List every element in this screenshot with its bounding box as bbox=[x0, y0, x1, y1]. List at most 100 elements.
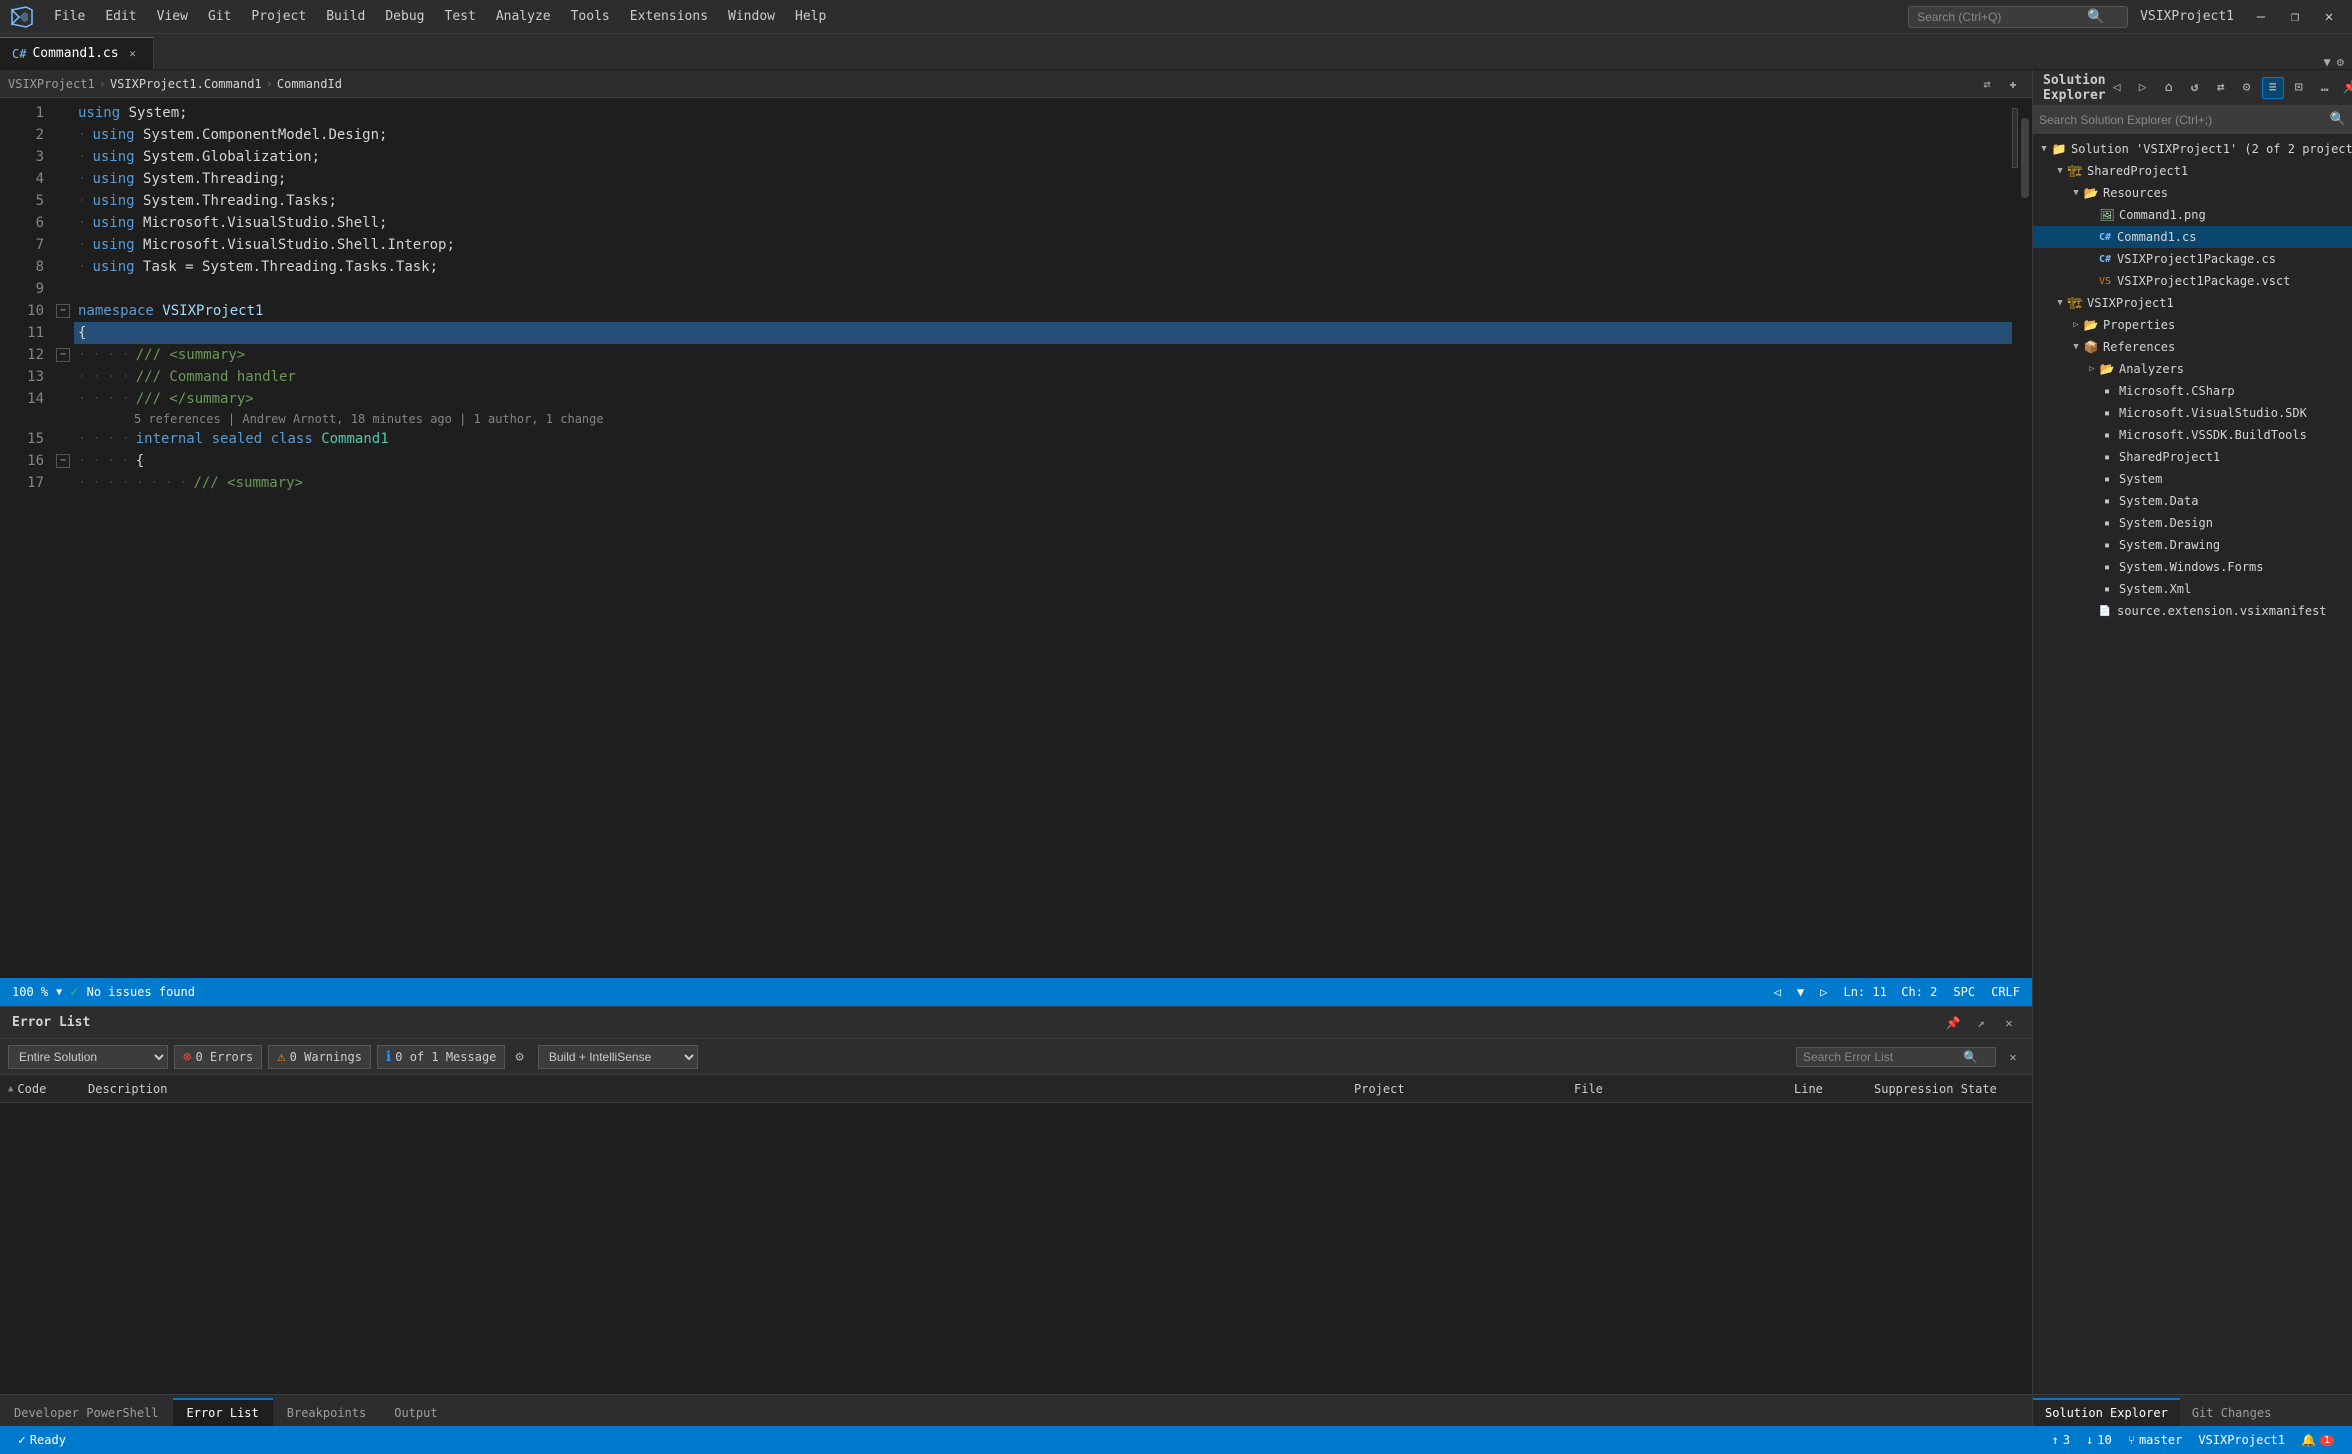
tree-ref-systemdrawing[interactable]: ▪ System.Drawing bbox=[2033, 534, 2352, 556]
se-tree[interactable]: ▼ 📁 Solution 'VSIXProject1' (2 of 2 proj… bbox=[2033, 134, 2352, 1394]
expand-properties[interactable]: ▷ bbox=[2069, 318, 2083, 332]
se-filter-button[interactable]: ⊡ bbox=[2288, 77, 2310, 99]
tree-resources-folder[interactable]: ▼ 📂 Resources bbox=[2033, 182, 2352, 204]
eol[interactable]: CRLF bbox=[1991, 985, 2020, 999]
menu-test[interactable]: Test bbox=[435, 5, 486, 28]
menu-help[interactable]: Help bbox=[785, 5, 836, 28]
tree-ref-sharedproject[interactable]: ▪ SharedProject1 bbox=[2033, 446, 2352, 468]
col-file[interactable]: File bbox=[1574, 1082, 1794, 1096]
tab-output[interactable]: Output bbox=[380, 1398, 451, 1426]
col-description[interactable]: Description bbox=[88, 1082, 1354, 1096]
status-ready[interactable]: ✓ Ready bbox=[10, 1426, 74, 1454]
code-editor[interactable]: 1 2 3 4 5 6 7 8 9 10 11 12 13 14 15 16 bbox=[0, 98, 2032, 978]
nav-prev-icon[interactable]: ◁ bbox=[1774, 985, 1781, 999]
tab-command1cs[interactable]: C# Command1.cs ✕ bbox=[0, 37, 154, 69]
breadcrumb-member[interactable]: CommandId bbox=[277, 77, 342, 91]
tree-shared-project[interactable]: ▼ 🏗 SharedProject1 bbox=[2033, 160, 2352, 182]
issues-status-text[interactable]: No issues found bbox=[87, 985, 195, 999]
se-tab-git-changes[interactable]: Git Changes bbox=[2180, 1398, 2283, 1426]
settings-icon[interactable]: ⚙ bbox=[2337, 55, 2344, 69]
status-git-up[interactable]: ↑ 3 bbox=[2044, 1426, 2078, 1454]
error-search-box[interactable]: 🔍 bbox=[1796, 1047, 1996, 1067]
tree-vsixmanifest[interactable]: 📄 source.extension.vsixmanifest bbox=[2033, 600, 2352, 622]
status-notifications[interactable]: 🔔 1 bbox=[2293, 1426, 2342, 1454]
tree-vsixpackage-vsct[interactable]: VS VSIXProject1Package.vsct bbox=[2033, 270, 2352, 292]
tree-ref-systemdesign[interactable]: ▪ System.Design bbox=[2033, 512, 2352, 534]
code-content[interactable]: using System; ·using System.ComponentMod… bbox=[74, 98, 2012, 978]
outline-collapse-class[interactable]: − bbox=[56, 348, 70, 362]
tree-command1-png[interactable]: 🖼 Command1.png bbox=[2033, 204, 2352, 226]
error-scope-select[interactable]: Entire Solution Current Document bbox=[8, 1045, 168, 1069]
tree-command1-cs[interactable]: C# Command1.cs bbox=[2033, 226, 2352, 248]
breadcrumb-class[interactable]: VSIXProject1.Command1 bbox=[110, 77, 262, 91]
menu-debug[interactable]: Debug bbox=[375, 5, 434, 28]
outline-collapse-method[interactable]: − bbox=[56, 454, 70, 468]
se-tab-solution-explorer[interactable]: Solution Explorer bbox=[2033, 1398, 2180, 1426]
menu-view[interactable]: View bbox=[147, 5, 198, 28]
tree-references[interactable]: ▼ 📦 References bbox=[2033, 336, 2352, 358]
tab-developer-powershell[interactable]: Developer PowerShell bbox=[0, 1398, 173, 1426]
add-item-button[interactable]: ✚ bbox=[2002, 73, 2024, 95]
build-filter-select[interactable]: Build + IntelliSense bbox=[538, 1045, 698, 1069]
tab-close-button[interactable]: ✕ bbox=[125, 46, 141, 62]
encoding[interactable]: SPC bbox=[1953, 985, 1975, 999]
nav-next-icon[interactable]: ▷ bbox=[1820, 985, 1827, 999]
tree-vsix-project[interactable]: ▼ 🏗 VSIXProject1 bbox=[2033, 292, 2352, 314]
codelens-line[interactable]: 5 references | Andrew Arnott, 18 minutes… bbox=[74, 410, 2012, 428]
tab-error-list[interactable]: Error List bbox=[173, 1398, 273, 1426]
col-line[interactable]: Line bbox=[1794, 1082, 1874, 1096]
menu-search-box[interactable]: 🔍 bbox=[1908, 6, 2128, 28]
editor-scrollbar[interactable] bbox=[2018, 98, 2032, 978]
expand-shared-project[interactable]: ▼ bbox=[2053, 164, 2067, 178]
warnings-badge[interactable]: ⚠ 0 Warnings bbox=[268, 1045, 371, 1069]
messages-badge[interactable]: ℹ 0 of 1 Message bbox=[377, 1045, 505, 1069]
se-settings-button[interactable]: ⚙ bbox=[2236, 77, 2258, 99]
se-sync-button[interactable]: ⇄ bbox=[2210, 77, 2232, 99]
filter-icon[interactable]: ⚙ bbox=[515, 1049, 523, 1065]
tree-properties[interactable]: ▷ 📂 Properties bbox=[2033, 314, 2352, 336]
overview-ruler[interactable] bbox=[2012, 98, 2018, 978]
menu-edit[interactable]: Edit bbox=[95, 5, 146, 28]
tree-ref-system[interactable]: ▪ System bbox=[2033, 468, 2352, 490]
tree-ref-vssdk-buildtools[interactable]: ▪ Microsoft.VSSDK.BuildTools bbox=[2033, 424, 2352, 446]
menu-extensions[interactable]: Extensions bbox=[620, 5, 718, 28]
menu-project[interactable]: Project bbox=[241, 5, 316, 28]
se-pin-button[interactable]: 📌 bbox=[2340, 77, 2352, 99]
breadcrumb-project[interactable]: VSIXProject1 bbox=[8, 77, 95, 91]
tree-ref-systemxml[interactable]: ▪ System.Xml bbox=[2033, 578, 2352, 600]
se-solution-view-button[interactable]: ≡ bbox=[2262, 77, 2284, 99]
status-branch[interactable]: ⑂ master bbox=[2120, 1426, 2191, 1454]
zoom-level[interactable]: 100 % bbox=[12, 985, 48, 999]
se-search-bar[interactable]: 🔍 bbox=[2033, 106, 2352, 134]
expand-references[interactable]: ▼ bbox=[2069, 340, 2083, 354]
menu-file[interactable]: File bbox=[44, 5, 95, 28]
clear-search-button[interactable]: ✕ bbox=[2002, 1046, 2024, 1068]
expand-resources[interactable]: ▼ bbox=[2069, 186, 2083, 200]
sync-nav-button[interactable]: ⇄ bbox=[1976, 73, 1998, 95]
expand-analyzers[interactable]: ▷ bbox=[2085, 362, 2099, 376]
outline-collapse-namespace[interactable]: − bbox=[56, 304, 70, 318]
expand-solution[interactable]: ▼ bbox=[2037, 142, 2051, 156]
tree-ref-systemwinforms[interactable]: ▪ System.Windows.Forms bbox=[2033, 556, 2352, 578]
close-button[interactable]: ✕ bbox=[2314, 5, 2344, 29]
tree-vsixpackage-cs[interactable]: C# VSIXProject1Package.cs bbox=[2033, 248, 2352, 270]
tree-ref-msvssdk[interactable]: ▪ Microsoft.VisualStudio.SDK bbox=[2033, 402, 2352, 424]
zoom-dropdown-icon[interactable]: ▼ bbox=[56, 987, 62, 998]
tree-analyzers[interactable]: ▷ 📂 Analyzers bbox=[2033, 358, 2352, 380]
menu-tools[interactable]: Tools bbox=[561, 5, 620, 28]
close-panel-button[interactable]: ✕ bbox=[1998, 1012, 2020, 1034]
status-project-name[interactable]: VSIXProject1 bbox=[2190, 1426, 2293, 1454]
se-home-button[interactable]: ⌂ bbox=[2158, 77, 2180, 99]
col-project[interactable]: Project bbox=[1354, 1082, 1574, 1096]
nav-dropdown-icon[interactable]: ▼ bbox=[1797, 985, 1804, 999]
tree-ref-systemdata[interactable]: ▪ System.Data bbox=[2033, 490, 2352, 512]
se-back-button[interactable]: ◁ bbox=[2106, 77, 2128, 99]
errors-badge[interactable]: ⊗ 0 Errors bbox=[174, 1045, 262, 1069]
scroll-thumb[interactable] bbox=[2021, 118, 2029, 198]
minimize-button[interactable]: — bbox=[2246, 5, 2276, 29]
tab-breakpoints[interactable]: Breakpoints bbox=[273, 1398, 380, 1426]
col-code[interactable]: ▲ Code bbox=[8, 1082, 88, 1096]
se-more-button[interactable]: … bbox=[2314, 77, 2336, 99]
tab-dropdown-icon[interactable]: ▼ bbox=[2324, 55, 2331, 69]
tree-solution[interactable]: ▼ 📁 Solution 'VSIXProject1' (2 of 2 proj… bbox=[2033, 138, 2352, 160]
